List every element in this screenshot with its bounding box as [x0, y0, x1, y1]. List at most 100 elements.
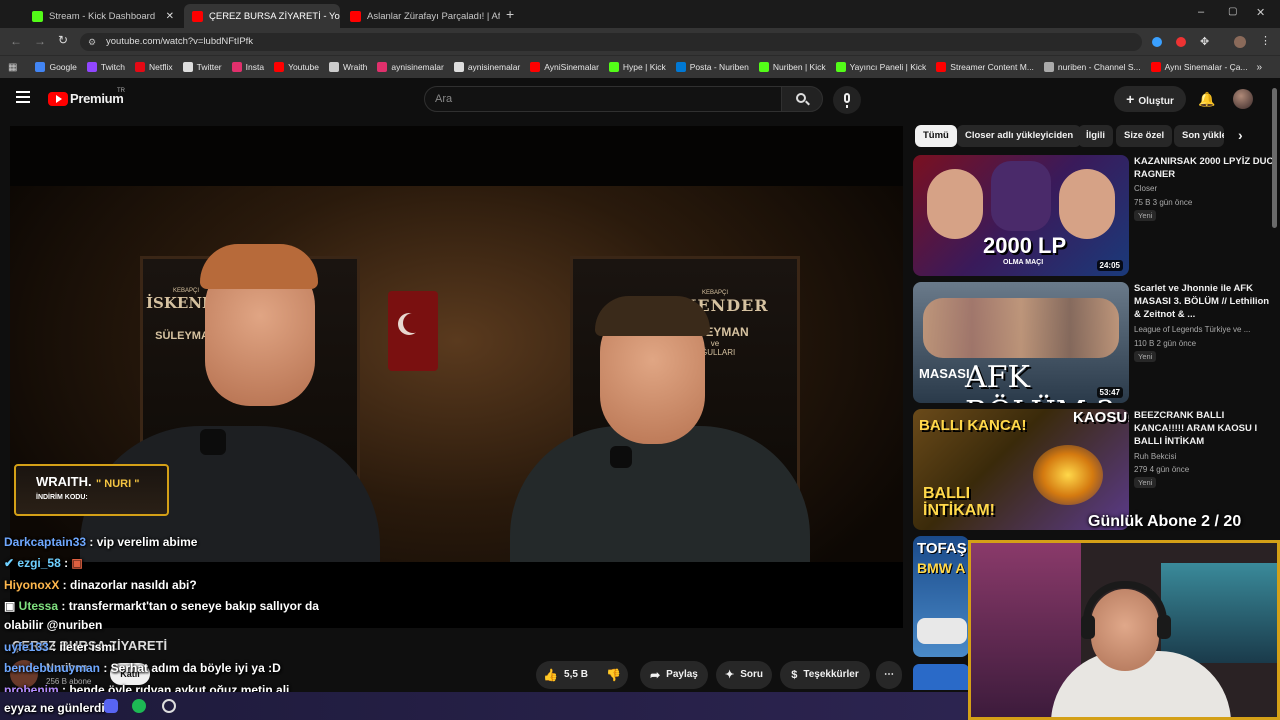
bookmark[interactable]: Netflix	[134, 62, 173, 72]
voice-search-button[interactable]	[833, 86, 861, 114]
youtube-logo-icon[interactable]	[48, 92, 68, 106]
related-thumbnail[interactable]: TOFAŞ BMW A	[913, 536, 969, 657]
tab-youtube-2[interactable]: Aslanlar Zürafayı Parçaladı! | Af ✕	[342, 4, 500, 28]
tab-kick-dashboard[interactable]: Stream - Kick Dashboard ✕	[24, 4, 182, 28]
chip-all[interactable]: Tümü	[915, 125, 957, 147]
person-right-hair	[595, 296, 710, 336]
headset-icon	[1083, 581, 1167, 621]
chip-from-uploader[interactable]: Closer adlı yükleyiciden	[957, 125, 1082, 147]
new-badge: Yeni	[1134, 210, 1157, 221]
extension-icon[interactable]	[1176, 37, 1186, 47]
related-channel[interactable]: Ruh Bekcisi	[1134, 452, 1176, 461]
profile-avatar[interactable]	[1234, 36, 1246, 48]
sponsor-brand: WRAITH.	[36, 474, 92, 489]
bookmark[interactable]: Youtube	[274, 62, 319, 72]
back-icon[interactable]: ←	[10, 34, 22, 48]
bookmark[interactable]: Posta - Nuriben	[675, 62, 749, 72]
bookmark[interactable]: AyniSinemalar	[530, 62, 599, 72]
webcam-overlay	[968, 540, 1280, 720]
bookmark[interactable]: aynisinemalar	[377, 62, 444, 72]
related-title[interactable]: Scarlet ve Jhonnie ile AFK MASASI 3. BÖL…	[1134, 282, 1274, 321]
extension-icon[interactable]	[1152, 37, 1162, 47]
video-bottom-band	[10, 562, 903, 628]
address-bar[interactable]: ⚙ youtube.com/watch?v=lubdNFtIPfk	[80, 33, 1142, 51]
url-text: youtube.com/watch?v=lubdNFtIPfk	[106, 36, 254, 47]
tab-label: Stream - Kick Dashboard	[49, 10, 156, 22]
bookmark[interactable]: Google	[35, 62, 77, 72]
menu-kebab-icon[interactable]: ⋮	[1260, 34, 1271, 47]
chat-message: uyfe133 : ileter ismi	[4, 640, 116, 654]
new-badge: Yeni	[1134, 351, 1157, 362]
extensions-puzzle-icon[interactable]: ✥	[1200, 35, 1209, 48]
bookmark[interactable]: Yayıncı Paneli | Kick	[835, 62, 926, 72]
bookmark[interactable]: Twitter	[182, 62, 222, 72]
lapel-microphone	[200, 429, 226, 455]
video-duration: 24:05	[1096, 260, 1123, 271]
chip-related[interactable]: İlgili	[1078, 125, 1113, 147]
discord-icon[interactable]	[104, 699, 118, 713]
bookmark[interactable]: Wraith	[328, 62, 367, 72]
bookmark[interactable]: Twitch	[86, 62, 125, 72]
related-meta: 75 B 3 gün önce	[1134, 198, 1193, 207]
reload-icon[interactable]: ↻	[58, 33, 68, 47]
bookmark[interactable]: aynisinemalar	[453, 62, 520, 72]
thanks-button[interactable]: $ Teşekkürler	[780, 661, 870, 689]
related-channel[interactable]: League of Legends Türkiye ve ...	[1134, 325, 1274, 334]
maximize-button[interactable]: ▢	[1228, 6, 1237, 17]
chat-message: olabilir @nuriben	[4, 618, 103, 632]
chip-recent[interactable]: Son yükle	[1174, 125, 1224, 147]
sponsor-code: " NURI "	[96, 478, 140, 490]
microphone-icon	[844, 93, 850, 103]
tab-youtube-active[interactable]: ÇEREZ BURSA ZİYARETİ - YouTu ✕	[184, 4, 340, 28]
notifications-bell-icon[interactable]: 🔔	[1198, 91, 1215, 108]
obs-icon[interactable]	[162, 699, 176, 713]
bookmark[interactable]: Insta	[231, 62, 264, 72]
related-thumbnail[interactable]	[913, 664, 969, 690]
bookmark[interactable]: Nuriben | Kick	[758, 62, 826, 72]
related-thumbnail[interactable]: BALLI KANCA! KAOSU! BALLI İNTİKAM!	[913, 409, 1129, 530]
window-close-button[interactable]: ✕	[1256, 6, 1265, 19]
lapel-microphone	[610, 446, 632, 468]
chevron-right-icon[interactable]: »	[1256, 62, 1262, 73]
share-button[interactable]: ➦ Paylaş	[640, 661, 708, 689]
search-button[interactable]	[781, 86, 823, 112]
like-button[interactable]: 👍 5,5 B 👎	[536, 661, 628, 689]
create-label: Oluştur	[1138, 96, 1174, 107]
bookmark[interactable]: nuriben - Channel S...	[1043, 62, 1141, 72]
related-thumbnail[interactable]: MASASI AFK BÖLÜM 3 53:47	[913, 282, 1129, 403]
apps-grid-icon[interactable]: ▦	[8, 62, 17, 73]
new-tab-button[interactable]: +	[506, 6, 514, 22]
user-avatar[interactable]	[1233, 89, 1253, 109]
close-icon[interactable]: ✕	[160, 11, 174, 22]
sparkle-icon: ✦	[725, 669, 735, 681]
bookmark[interactable]: Hype | Kick	[608, 62, 666, 72]
ask-button[interactable]: ✦ Soru	[716, 661, 772, 689]
minimize-button[interactable]: –	[1198, 6, 1204, 18]
hamburger-menu-icon[interactable]	[16, 91, 30, 93]
person-left-hair	[200, 244, 318, 289]
logo-text[interactable]: Premium	[70, 91, 124, 106]
bookmark[interactable]: Streamer Content M...	[936, 62, 1034, 72]
sponsor-banner: WRAITH. " NURI " İNDİRİM KODU:	[14, 464, 169, 516]
related-thumbnail[interactable]: 2000 LP OLMA MAÇI 24:05	[913, 155, 1129, 276]
related-title[interactable]: BEEZCRANK BALLI KANCA!!!!! ARAM KAOSU I …	[1134, 409, 1274, 448]
related-channel[interactable]: Closer	[1134, 184, 1157, 193]
chip-for-you[interactable]: Size özel	[1116, 125, 1173, 147]
super-thanks-icon: $	[791, 669, 798, 681]
chevron-right-icon[interactable]: ›	[1238, 127, 1243, 143]
create-button[interactable]: + Oluştur	[1114, 86, 1186, 112]
related-meta: 110 B 2 gün önce	[1134, 339, 1197, 348]
spotify-icon[interactable]	[132, 699, 146, 713]
browser-tab-bar: Stream - Kick Dashboard ✕ ÇEREZ BURSA Zİ…	[0, 0, 1280, 28]
bookmark[interactable]: Aynı Sinemalar - Ça...	[1150, 62, 1248, 72]
forward-icon[interactable]: →	[34, 34, 46, 48]
search-input[interactable]: Ara	[424, 86, 782, 112]
tab-label: ÇEREZ BURSA ZİYARETİ - YouTu	[209, 10, 340, 22]
thumbs-down-icon[interactable]: 👎	[606, 661, 621, 689]
site-info-icon[interactable]: ⚙	[88, 33, 96, 51]
related-title[interactable]: KAZANIRSAK 2000 LPYİZ DUO RAGNER	[1134, 155, 1274, 181]
more-actions-button[interactable]: ⋯	[876, 661, 902, 689]
chat-message: ▣ Utessa : transfermarkt'tan o seneye ba…	[4, 599, 319, 613]
video-player[interactable]: KEBAPÇI İSKENDER SÜLEYMAN KEBAPÇI İSKEND…	[10, 126, 903, 628]
scrollbar-thumb[interactable]	[1272, 88, 1277, 228]
